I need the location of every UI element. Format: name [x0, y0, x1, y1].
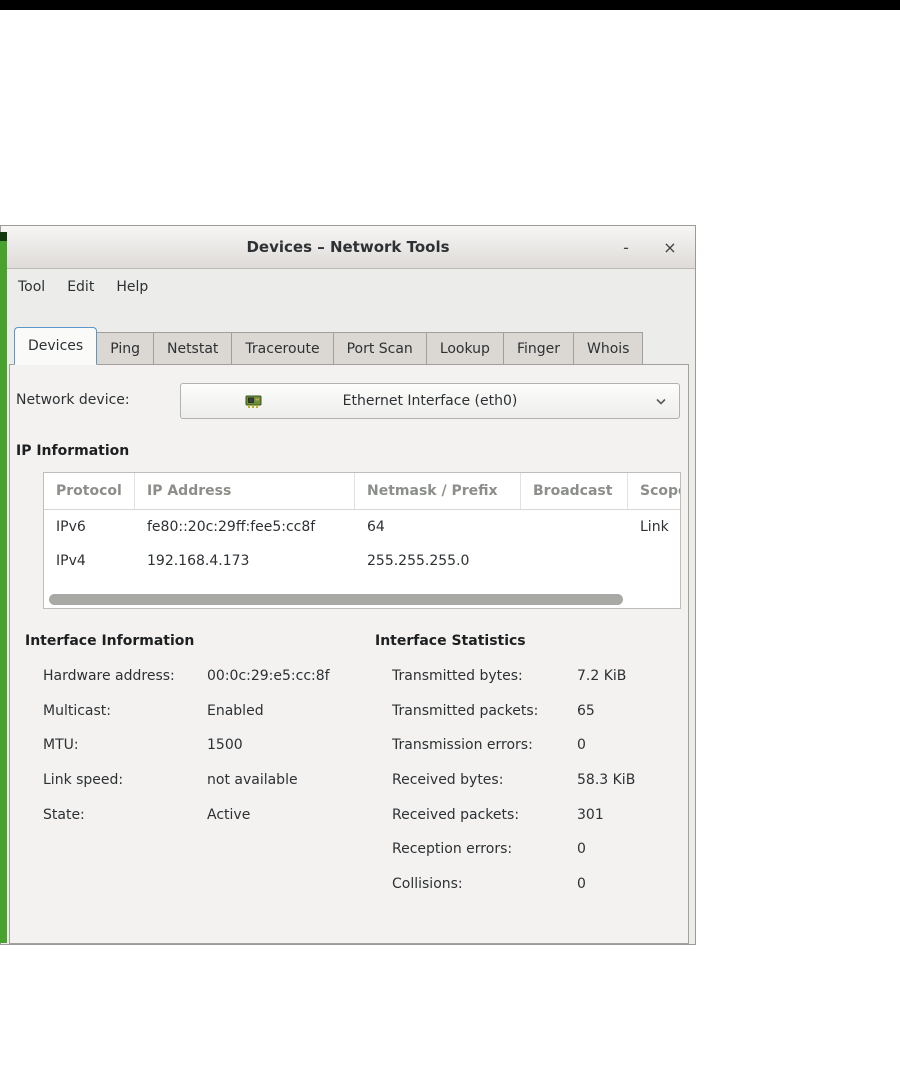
interface-statistics-list: Transmitted bytes: 7.2 KiB Transmitted p…	[392, 659, 682, 901]
titlebar[interactable]: Devices – Network Tools - ×	[1, 226, 695, 269]
close-button[interactable]: ×	[653, 226, 687, 268]
stat-value: 0	[577, 737, 586, 754]
tab-strip: Devices Ping Netstat Traceroute Port Sca…	[14, 327, 644, 365]
stat-row: Received bytes: 58.3 KiB	[392, 763, 682, 798]
column-header-scope[interactable]: Scope	[628, 473, 680, 509]
horizontal-scrollbar[interactable]	[49, 594, 623, 605]
cell-protocol: IPv4	[56, 553, 86, 569]
info-value: 1500	[207, 737, 243, 754]
stat-label: Transmission errors:	[392, 737, 533, 754]
info-label: Multicast:	[43, 702, 111, 719]
stat-value: 0	[577, 841, 586, 858]
menu-help[interactable]: Help	[105, 270, 159, 303]
info-value: Active	[207, 806, 251, 823]
info-row: MTU: 1500	[43, 728, 373, 763]
cell-protocol: IPv6	[56, 519, 86, 535]
column-header-protocol[interactable]: Protocol	[44, 473, 135, 509]
devices-tab-panel: Network device: Ethernet Interface (eth0…	[9, 364, 689, 944]
stat-value: 65	[577, 702, 595, 719]
interface-information-title: Interface Information	[25, 633, 195, 649]
table-row[interactable]: IPv6 fe80::20c:29ff:fee5:cc8f 64 Link	[44, 510, 680, 544]
stat-value: 58.3 KiB	[577, 772, 636, 789]
cell-netmask: 255.255.255.0	[367, 553, 470, 569]
minimize-button[interactable]: -	[609, 226, 643, 268]
ip-information-table: Protocol IP Address Netmask / Prefix Bro…	[43, 472, 681, 609]
tab-netstat[interactable]: Netstat	[152, 332, 233, 365]
info-label: MTU:	[43, 737, 79, 754]
stat-value: 0	[577, 875, 586, 892]
info-row: Hardware address: 00:0c:29:e5:cc:8f	[43, 659, 373, 694]
table-header-row: Protocol IP Address Netmask / Prefix Bro…	[44, 473, 680, 510]
tab-port-scan[interactable]: Port Scan	[332, 332, 427, 365]
interface-statistics-title: Interface Statistics	[375, 633, 526, 649]
tab-finger[interactable]: Finger	[502, 332, 574, 365]
menu-tool[interactable]: Tool	[7, 270, 56, 303]
background-window-edge	[0, 232, 7, 943]
stat-label: Transmitted packets:	[392, 702, 539, 719]
stat-row: Reception errors: 0	[392, 832, 682, 867]
chevron-down-icon	[655, 397, 667, 406]
cell-ip-address: 192.168.4.173	[147, 553, 250, 569]
info-value: 00:0c:29:e5:cc:8f	[207, 668, 330, 685]
network-device-label: Network device:	[16, 392, 130, 408]
info-row: Link speed: not available	[43, 763, 373, 798]
cell-ip-address: fe80::20c:29ff:fee5:cc8f	[147, 519, 316, 535]
column-header-ip-address[interactable]: IP Address	[135, 473, 355, 509]
screen-top-bar	[0, 0, 900, 10]
cell-netmask: 64	[367, 519, 385, 535]
table-row[interactable]: IPv4 192.168.4.173 255.255.255.0	[44, 544, 680, 578]
info-row: State: Active	[43, 797, 373, 832]
menu-edit[interactable]: Edit	[56, 270, 105, 303]
stat-row: Transmitted bytes: 7.2 KiB	[392, 659, 682, 694]
stat-label: Reception errors:	[392, 841, 513, 858]
screen: Devices – Network Tools - × Tool Edit He…	[0, 0, 900, 1091]
background-window-edge-cap	[0, 232, 7, 241]
info-label: Hardware address:	[43, 668, 175, 685]
info-row: Multicast: Enabled	[43, 694, 373, 729]
tab-devices[interactable]: Devices	[14, 327, 98, 365]
info-value: Enabled	[207, 702, 264, 719]
stat-value: 301	[577, 806, 604, 823]
network-tools-window: Devices – Network Tools - × Tool Edit He…	[0, 225, 696, 945]
stat-label: Collisions:	[392, 875, 463, 892]
menubar: Tool Edit Help	[1, 270, 695, 303]
stat-value: 7.2 KiB	[577, 668, 627, 685]
stat-label: Received bytes:	[392, 772, 504, 789]
tab-traceroute[interactable]: Traceroute	[231, 332, 334, 365]
window-title: Devices – Network Tools	[246, 238, 450, 256]
cell-broadcast	[521, 544, 628, 578]
tab-lookup[interactable]: Lookup	[425, 332, 504, 365]
column-header-netmask[interactable]: Netmask / Prefix	[355, 473, 521, 509]
stat-row: Collisions: 0	[392, 867, 682, 902]
ip-information-title: IP Information	[16, 443, 130, 459]
tab-ping[interactable]: Ping	[96, 332, 154, 365]
cell-broadcast	[521, 510, 628, 544]
network-device-combobox[interactable]: Ethernet Interface (eth0)	[180, 383, 680, 419]
stat-label: Transmitted bytes:	[392, 668, 523, 685]
stat-row: Transmitted packets: 65	[392, 694, 682, 729]
cell-scope: Link	[640, 519, 669, 535]
stat-label: Received packets:	[392, 806, 520, 823]
info-value: not available	[207, 772, 298, 789]
column-header-broadcast[interactable]: Broadcast	[521, 473, 628, 509]
stat-row: Received packets: 301	[392, 797, 682, 832]
info-label: Link speed:	[43, 772, 124, 789]
interface-information-list: Hardware address: 00:0c:29:e5:cc:8f Mult…	[43, 659, 373, 832]
info-label: State:	[43, 806, 85, 823]
cell-scope	[628, 544, 680, 578]
tab-whois[interactable]: Whois	[573, 332, 644, 365]
network-device-value: Ethernet Interface (eth0)	[342, 393, 518, 409]
stat-row: Transmission errors: 0	[392, 728, 682, 763]
